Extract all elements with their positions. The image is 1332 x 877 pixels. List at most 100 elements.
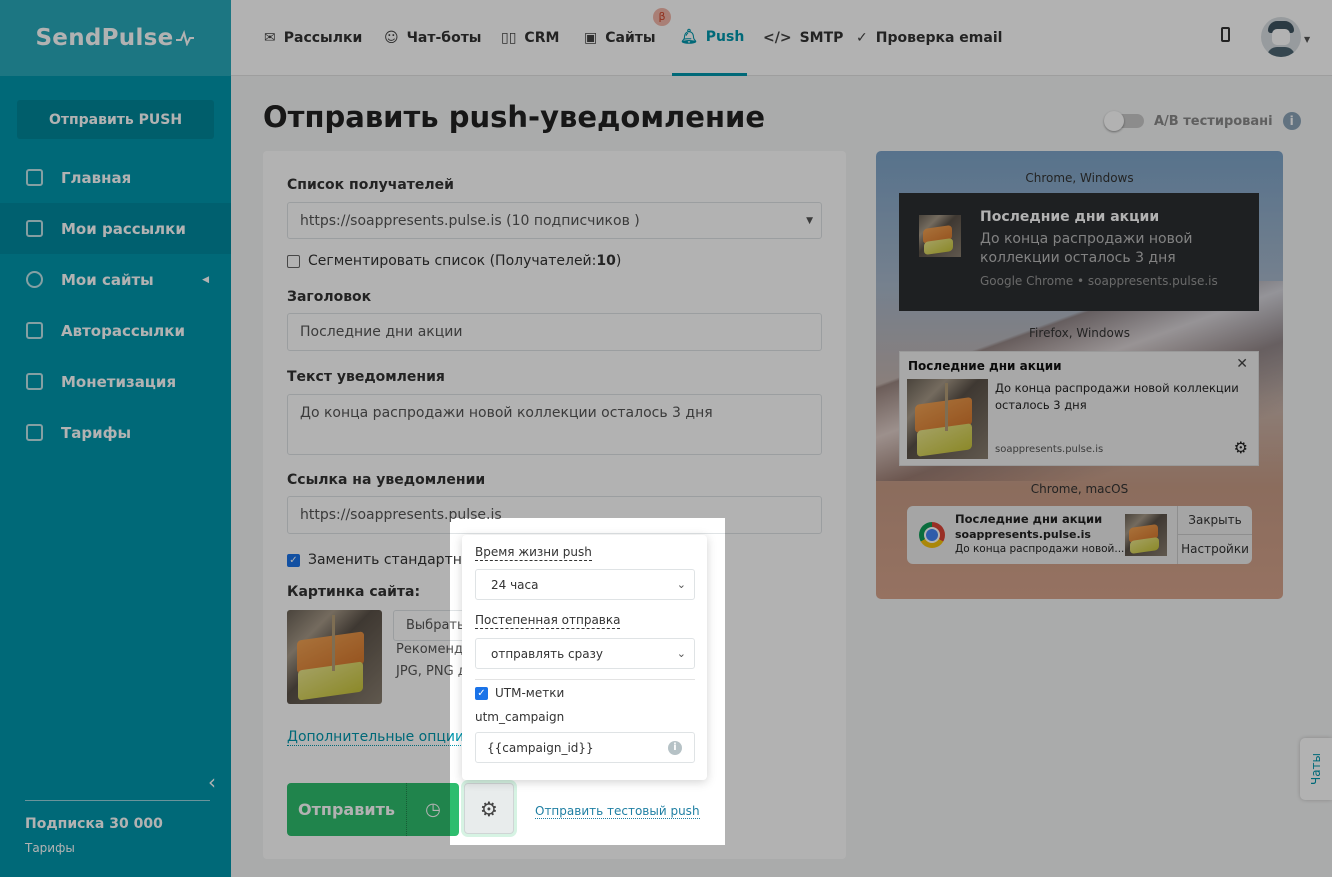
title-label: Заголовок bbox=[287, 289, 372, 305]
chevron-down-icon: ⌄ bbox=[676, 647, 686, 660]
send-test-push-link[interactable]: Отправить тестовый push bbox=[535, 804, 700, 819]
logo-text: SendPulse bbox=[35, 25, 174, 51]
gear-icon[interactable]: ⚙ bbox=[1234, 438, 1248, 457]
subscription-label: Подписка 30 000 bbox=[25, 816, 163, 832]
chevron-down-icon: ⌄ bbox=[676, 578, 686, 591]
mobile-icon[interactable] bbox=[1221, 27, 1230, 42]
sidebar-item-label: Авторассылки bbox=[61, 321, 185, 340]
tab-campaigns[interactable]: ✉ Рассылки bbox=[264, 0, 362, 76]
title-input[interactable]: Последние дни акции bbox=[287, 313, 822, 351]
input-value: https://soappresents.pulse.is bbox=[300, 507, 502, 523]
sidebar-item-label: Тарифы bbox=[61, 423, 132, 442]
ttl-select[interactable]: 24 часа ⌄ bbox=[475, 569, 695, 600]
checkbox[interactable]: ✓ bbox=[475, 686, 488, 700]
text-label: Текст уведомления bbox=[287, 369, 445, 385]
sidebar: SendPulse Отправить PUSH Главная Мои рас… bbox=[0, 0, 231, 877]
tab-chatbots[interactable]: ☺ Чат-боты bbox=[384, 0, 481, 76]
code-icon: </> bbox=[763, 30, 792, 46]
chats-label: Чаты bbox=[1309, 752, 1324, 786]
gradual-label: Постепенная отправка bbox=[475, 613, 621, 629]
checkbox-label: UTM-метки bbox=[495, 686, 565, 700]
crm-icon: ▯▯ bbox=[501, 30, 517, 46]
schedule-clock-icon[interactable]: ◷ bbox=[407, 799, 459, 820]
tab-push[interactable]: 🔔︎ Push bbox=[672, 0, 747, 76]
segment-checkbox[interactable]: Сегментировать список (Получателей: 10) bbox=[287, 253, 621, 269]
chevron-down-icon[interactable]: ▼ bbox=[1304, 35, 1310, 44]
send-settings-popup: Время жизни push 24 часа ⌄ Постепенная от… bbox=[462, 535, 707, 780]
replace-icon-checkbox[interactable]: ✓ Заменить стандартную bbox=[287, 552, 482, 568]
settings-gear-button[interactable]: ⚙ bbox=[464, 783, 514, 834]
sliders-icon bbox=[26, 169, 43, 186]
chrome-windows-notification: Последние дни акции До конца распродажи … bbox=[899, 193, 1259, 311]
tab-email-verify[interactable]: ✓ Проверка email bbox=[856, 0, 1002, 76]
collapse-sidebar-icon[interactable]: ‹ bbox=[208, 770, 216, 794]
text-textarea[interactable]: До конца распродажи новой коллекции оста… bbox=[287, 394, 822, 455]
close-button[interactable]: Закрыть bbox=[1178, 506, 1252, 535]
tab-label: Сайты bbox=[605, 30, 656, 46]
checkbox[interactable] bbox=[287, 254, 300, 268]
info-icon[interactable]: i bbox=[668, 740, 682, 755]
ab-label: A/B тестировані bbox=[1154, 113, 1273, 129]
recipients-select[interactable]: https://soappresents.pulse.is (10 подпис… bbox=[287, 202, 822, 239]
sidebar-item-monetization[interactable]: Монетизация bbox=[0, 356, 231, 407]
ab-testing-toggle[interactable]: A/B тестировані i bbox=[1104, 111, 1301, 131]
preview-label: Chrome, macOS bbox=[1030, 482, 1129, 496]
notif-domain: soappresents.pulse.is bbox=[955, 528, 1091, 541]
segment-count: 10 bbox=[596, 253, 616, 269]
globe-icon bbox=[26, 271, 43, 288]
send-push-button[interactable]: Отправить PUSH bbox=[17, 100, 214, 139]
tab-smtp[interactable]: </> SMTP bbox=[763, 0, 843, 76]
sidebar-item-tariffs[interactable]: Тарифы bbox=[0, 407, 231, 458]
send-label: Отправить bbox=[287, 783, 407, 836]
send-button[interactable]: Отправить ◷ bbox=[287, 783, 459, 836]
safe-icon bbox=[26, 373, 43, 390]
sidebar-item-home[interactable]: Главная bbox=[0, 152, 231, 203]
notif-body: До конца распродажи новой... bbox=[955, 543, 1125, 555]
more-options-link[interactable]: Дополнительные опции ▼ bbox=[287, 729, 476, 746]
recipients-label: Список получателей bbox=[287, 177, 454, 193]
gear-icon: ⚙ bbox=[480, 796, 498, 821]
toggle-switch[interactable] bbox=[1104, 111, 1144, 131]
settings-button[interactable]: Настройки bbox=[1178, 535, 1252, 564]
check-circle-icon: ✓ bbox=[856, 30, 868, 46]
site-icon: ▣ bbox=[584, 30, 598, 46]
close-icon[interactable]: ✕ bbox=[1236, 356, 1248, 372]
preview-label: Firefox, Windows bbox=[1029, 326, 1130, 340]
input-value: {{campaign_id}} bbox=[487, 740, 594, 755]
bell-icon: 🔔︎ bbox=[680, 28, 698, 45]
sidebar-item-label: Мои сайты bbox=[61, 270, 154, 289]
chat-icon: ☺ bbox=[384, 30, 399, 46]
sidebar-item-automation[interactable]: Авторассылки bbox=[0, 305, 231, 356]
notif-body: До конца распродажи новой коллекции оста… bbox=[995, 381, 1239, 412]
tab-label: Проверка email bbox=[875, 30, 1003, 46]
sidebar-item-label: Мои рассылки bbox=[61, 219, 186, 238]
link-text: Дополнительные опции bbox=[287, 729, 465, 745]
paren: ) bbox=[615, 253, 622, 269]
sidebar-item-my-sites[interactable]: Мои сайты ◀ bbox=[0, 254, 231, 305]
select-value: https://soappresents.pulse.is (10 подпис… bbox=[300, 212, 640, 229]
tariffs-link[interactable]: Тарифы bbox=[25, 841, 75, 855]
image-label: Картинка сайта: bbox=[287, 584, 421, 600]
notif-title: Последние дни акции bbox=[908, 359, 1062, 373]
wallet-icon bbox=[26, 424, 43, 441]
page-title: Отправить push-уведомление bbox=[263, 100, 765, 134]
tab-sites[interactable]: ▣ Сайты bbox=[584, 0, 656, 76]
info-icon[interactable]: i bbox=[1282, 112, 1301, 130]
checkbox[interactable]: ✓ bbox=[287, 553, 300, 567]
notification-preview: Chrome, Windows Последние дни акции До к… bbox=[876, 151, 1283, 599]
avatar[interactable] bbox=[1261, 17, 1301, 57]
chats-tab[interactable]: Чаты bbox=[1300, 738, 1332, 800]
utm-checkbox[interactable]: ✓ UTM-метки bbox=[475, 686, 564, 700]
sidebar-item-my-campaigns[interactable]: Мои рассылки bbox=[0, 203, 231, 254]
utm-campaign-input[interactable]: {{campaign_id}} i bbox=[475, 732, 695, 763]
notif-source: Google Chrome • soappresents.pulse.is bbox=[980, 274, 1218, 288]
utm-campaign-label: utm_campaign bbox=[475, 710, 565, 724]
logo[interactable]: SendPulse bbox=[0, 0, 231, 76]
macos-notification: Последние дни акции soappresents.pulse.i… bbox=[907, 506, 1252, 564]
ttl-label: Время жизни push bbox=[475, 545, 592, 561]
input-value: Последние дни акции bbox=[300, 324, 463, 340]
gradual-select[interactable]: отправлять сразу ⌄ bbox=[475, 638, 695, 669]
notif-title: Последние дни акции bbox=[955, 512, 1103, 526]
tab-crm[interactable]: ▯▯ CRM bbox=[501, 0, 559, 76]
link-input[interactable]: https://soappresents.pulse.is bbox=[287, 496, 822, 534]
